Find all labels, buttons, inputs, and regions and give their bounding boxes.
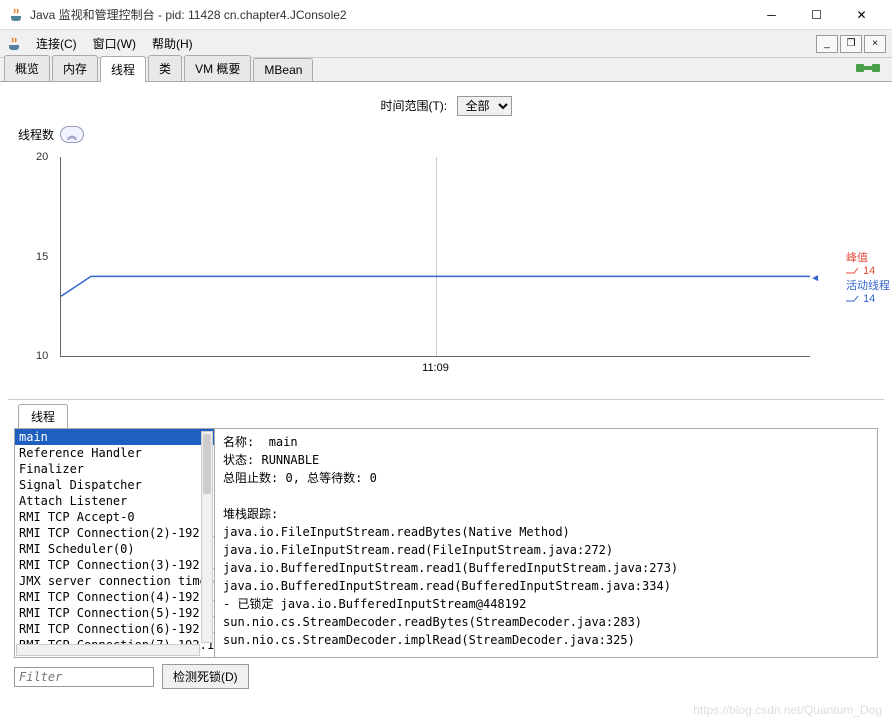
thread-item[interactable]: RMI TCP Accept-0: [15, 509, 214, 525]
menu-help[interactable]: 帮助(H): [144, 31, 201, 56]
timerange-label: 时间范围(T):: [380, 99, 447, 113]
window-controls: ─ ☐ ✕: [749, 1, 884, 29]
detail-state-value: RUNNABLE: [261, 453, 319, 467]
menu-window[interactable]: 窗口(W): [85, 31, 144, 56]
stack-line: sun.nio.cs.StreamDecoder.implRead(Stream…: [223, 631, 869, 649]
detail-waited-value: 0: [370, 471, 377, 485]
legend-peak-value: 14: [863, 265, 875, 277]
thread-chart: 20 15 10 11:09 ◄ 峰值 14 活动线程: [18, 147, 874, 377]
maximize-button[interactable]: ☐: [794, 1, 839, 29]
filter-input[interactable]: [14, 667, 154, 687]
detail-name-value: main: [269, 435, 298, 449]
stack-label: 堆栈跟踪:: [223, 505, 869, 523]
thread-item[interactable]: RMI TCP Connection(4)-192.168.4: [15, 589, 214, 605]
thread-list[interactable]: main Reference Handler Finalizer Signal …: [15, 429, 215, 657]
x-tick: 11:09: [422, 362, 449, 374]
detail-blocked-label: 总阻止数:: [223, 471, 278, 485]
chart-line-series: [61, 157, 810, 356]
watermark: https://blog.csdn.net/Quantum_Dog: [693, 703, 882, 717]
menu-connect[interactable]: 连接(C): [28, 31, 85, 56]
java-icon: [8, 7, 24, 23]
tab-overview[interactable]: 概览: [4, 55, 50, 81]
detail-name-label: 名称:: [223, 435, 254, 449]
thread-list-vscrollbar[interactable]: [201, 431, 213, 643]
chart-legend: 峰值 14 活动线程 14: [846, 249, 890, 305]
threads-panel: 线程 main Reference Handler Finalizer Sign…: [8, 399, 884, 693]
stack-line: java.io.FileInputStream.read(FileInputSt…: [223, 541, 869, 559]
thread-item[interactable]: JMX server connection timeout 1: [15, 573, 214, 589]
connection-status-icon: [856, 60, 880, 76]
thread-item[interactable]: main: [15, 429, 214, 445]
stack-line: java.io.FileInputStream.readBytes(Native…: [223, 523, 869, 541]
mdi-close-button[interactable]: ×: [864, 35, 886, 53]
thread-list-hscrollbar[interactable]: [16, 644, 200, 656]
window-title: Java 监视和管理控制台 - pid: 11428 cn.chapter4.J…: [30, 6, 749, 23]
thread-detail: 名称: main 状态: RUNNABLE 总阻止数: 0, 总等待数: 0 堆…: [215, 429, 877, 657]
legend-live-value: 14: [863, 293, 875, 305]
threads-subtab[interactable]: 线程: [18, 404, 68, 428]
tab-classes[interactable]: 类: [148, 55, 182, 81]
stack-line: java.io.BufferedInputStream.read1(Buffer…: [223, 559, 869, 577]
current-marker-icon: ◄: [810, 273, 820, 284]
tab-mbean[interactable]: MBean: [253, 58, 313, 81]
tab-vm[interactable]: VM 概要: [184, 55, 251, 81]
thread-item[interactable]: RMI TCP Connection(3)-192.168.4: [15, 557, 214, 573]
java-app-icon: [6, 36, 22, 52]
thread-item[interactable]: RMI Scheduler(0): [15, 541, 214, 557]
legend-peak-label: 峰值: [846, 249, 890, 265]
thread-item[interactable]: Finalizer: [15, 461, 214, 477]
thread-item[interactable]: RMI TCP Connection(5)-192.168.4: [15, 605, 214, 621]
timerange-row: 时间范围(T): 全部: [8, 90, 884, 122]
y-tick-15: 15: [36, 251, 48, 263]
minimize-button[interactable]: ─: [749, 1, 794, 29]
y-tick-10: 10: [36, 350, 48, 362]
chart-section: 线程数 ︽ 20 15 10 11:09 ◄ 峰值 14: [8, 122, 884, 381]
stack-line: sun.nio.cs.StreamDecoder.readBytes(Strea…: [223, 613, 869, 631]
content-area: 时间范围(T): 全部 线程数 ︽ 20 15 10 11:09 ◄ 峰值: [0, 82, 892, 701]
tab-memory[interactable]: 内存: [52, 55, 98, 81]
tab-threads[interactable]: 线程: [100, 56, 146, 82]
chart-collapse-button[interactable]: ︽: [60, 126, 84, 143]
mdi-minimize-button[interactable]: _: [816, 35, 838, 53]
chart-title: 线程数: [18, 126, 54, 143]
stack-line: java.io.BufferedInputStream.read(Buffere…: [223, 577, 869, 595]
mdi-maximize-button[interactable]: ❐: [840, 35, 862, 53]
tabbar: 概览 内存 线程 类 VM 概要 MBean: [0, 58, 892, 82]
thread-item[interactable]: RMI TCP Connection(2)-192.168.4: [15, 525, 214, 541]
detail-blocked-value: 0,: [285, 471, 299, 485]
thread-item[interactable]: Attach Listener: [15, 493, 214, 509]
menubar: 连接(C) 窗口(W) 帮助(H) _ ❐ ×: [0, 30, 892, 58]
thread-item[interactable]: Signal Dispatcher: [15, 477, 214, 493]
close-button[interactable]: ✕: [839, 1, 884, 29]
y-tick-20: 20: [36, 151, 48, 163]
detail-waited-label: 总等待数:: [307, 471, 362, 485]
detect-deadlock-button[interactable]: 检测死锁(D): [162, 664, 249, 689]
legend-live-label: 活动线程: [846, 277, 890, 293]
stack-line: - 已锁定 java.io.BufferedInputStream@448192: [223, 595, 869, 613]
titlebar: Java 监视和管理控制台 - pid: 11428 cn.chapter4.J…: [0, 0, 892, 30]
thread-item[interactable]: RMI TCP Connection(6)-192.168.4: [15, 621, 214, 637]
detail-state-label: 状态:: [223, 453, 254, 467]
thread-item[interactable]: Reference Handler: [15, 445, 214, 461]
timerange-select[interactable]: 全部: [457, 96, 512, 116]
